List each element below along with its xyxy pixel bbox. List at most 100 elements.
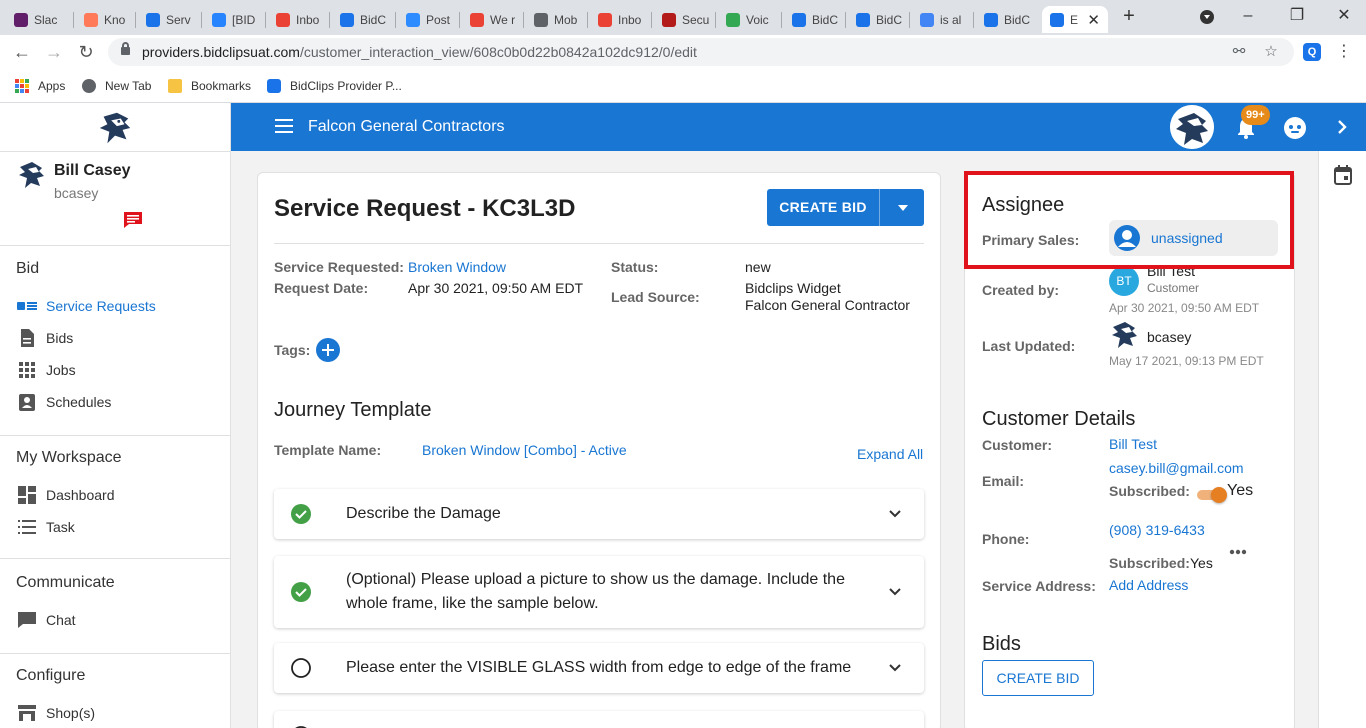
service-requested-link[interactable]: Broken Window: [408, 259, 506, 275]
key-icon[interactable]: ⚯: [1229, 42, 1249, 62]
sidebar-item-service-requests[interactable]: Service Requests: [16, 294, 156, 318]
sidebar-item-chat[interactable]: Chat: [16, 608, 76, 632]
sidebar-item-jobs[interactable]: Jobs: [16, 358, 76, 382]
browser-tab[interactable]: BidC: [848, 6, 910, 33]
divider: [0, 245, 231, 246]
create-bid-button[interactable]: CREATE BID: [982, 660, 1094, 696]
phone-link[interactable]: (908) 319-6433: [1109, 522, 1205, 538]
close-tab-icon[interactable]: ✕: [1087, 11, 1100, 29]
forward-icon[interactable]: →: [42, 40, 66, 64]
apps-icon: [15, 79, 29, 93]
assistant-bot-icon[interactable]: [1283, 116, 1307, 140]
back-icon[interactable]: ←: [10, 40, 34, 64]
minimize-icon[interactable]: –: [1238, 6, 1258, 26]
right-rail: [1318, 151, 1366, 728]
sidebar-item-dashboard[interactable]: Dashboard: [16, 483, 115, 507]
address-bar[interactable]: providers.bidclipsuat.com/customer_inter…: [108, 38, 1294, 66]
chevron-down-icon[interactable]: [887, 584, 903, 600]
browser-tab[interactable]: We r: [462, 6, 524, 33]
tab-search-icon[interactable]: [1200, 10, 1214, 24]
sidebar-item-task[interactable]: Task: [16, 515, 75, 539]
more-icon[interactable]: [1229, 549, 1247, 555]
bookmark-label: BidClips Provider P...: [290, 79, 402, 93]
chat-icon: [16, 610, 38, 630]
new-tab-button[interactable]: +: [1118, 5, 1140, 27]
bidclips-extension-icon[interactable]: Q: [1303, 43, 1321, 61]
sidebar-item-label: Chat: [46, 612, 76, 628]
create-bid-split-button[interactable]: CREATE BID: [767, 189, 924, 226]
sidebar-item-schedules[interactable]: Schedules: [16, 390, 111, 414]
chevron-down-icon[interactable]: [887, 660, 903, 676]
journey-step[interactable]: (Optional) Please upload a picture to sh…: [274, 556, 924, 628]
browser-tab[interactable]: Kno: [76, 6, 136, 33]
phone-subscribed-label: Subscribed:: [1109, 555, 1190, 571]
url-text[interactable]: providers.bidclipsuat.com/customer_inter…: [142, 44, 697, 60]
lock-icon[interactable]: [121, 42, 130, 55]
empty-circle-icon: [291, 658, 311, 678]
journey-step[interactable]: Describe the Damage: [274, 489, 924, 539]
browser-tab[interactable]: Inbo: [590, 6, 652, 33]
chevron-down-icon[interactable]: [887, 506, 903, 522]
browser-tab[interactable]: Post: [398, 6, 460, 33]
journey-step[interactable]: Please enter the VISIBLE GLASS width fro…: [274, 643, 924, 693]
template-name-link[interactable]: Broken Window [Combo] - Active: [422, 442, 627, 458]
tab-label: Slac: [34, 12, 58, 27]
browser-tab[interactable]: E ✕: [1042, 6, 1108, 33]
star-icon[interactable]: ☆: [1261, 42, 1281, 62]
create-bid-button[interactable]: CREATE BID: [767, 189, 879, 226]
bookmark-new-tab[interactable]: New Tab: [82, 76, 151, 96]
email-subscribed-toggle[interactable]: [1197, 487, 1227, 503]
browser-tab[interactable]: is al: [912, 6, 974, 33]
chevron-down-icon[interactable]: [898, 205, 908, 211]
template-name-label: Template Name:: [274, 442, 382, 458]
step-text: (Optional) Please upload a picture to sh…: [346, 571, 845, 612]
browser-menu-icon[interactable]: ⋮: [1336, 41, 1352, 63]
step-text: Please enter the VISIBLE GLASS width fro…: [346, 659, 852, 676]
browser-tab[interactable]: Serv: [138, 6, 202, 33]
browser-tab[interactable]: BidC: [976, 6, 1040, 33]
message-icon[interactable]: [123, 211, 143, 229]
tab-label: BidC: [1004, 12, 1031, 27]
menu-icon[interactable]: [275, 119, 293, 133]
tab-favicon-icon: [276, 12, 290, 27]
service-requests-icon: [16, 296, 38, 316]
created-by-label: Created by:: [982, 282, 1060, 298]
account-avatar-icon[interactable]: [1170, 105, 1214, 149]
tab-favicon-icon: [792, 12, 806, 27]
browser-tab[interactable]: BidC: [332, 6, 396, 33]
browser-tab[interactable]: BidC: [784, 6, 846, 33]
user-handle: bcasey: [54, 185, 99, 201]
email-link[interactable]: casey.bill@gmail.com: [1109, 460, 1244, 476]
browser-tab[interactable]: Slac: [6, 6, 74, 33]
browser-tab[interactable]: Mob: [526, 6, 588, 33]
customer-link[interactable]: Bill Test: [1109, 436, 1157, 452]
bids-heading: Bids: [982, 633, 1021, 655]
sidebar-item-bids[interactable]: Bids: [16, 326, 73, 350]
bookmark-folder[interactable]: Bookmarks: [168, 76, 251, 96]
browser-tab[interactable]: Voic: [718, 6, 782, 33]
divider: [0, 435, 231, 436]
tab-favicon-icon: [984, 12, 998, 27]
expand-all-link[interactable]: Expand All: [857, 446, 923, 462]
service-requested-label: Service Requested:: [274, 259, 404, 275]
browser-tab[interactable]: Inbo: [268, 6, 330, 33]
url-path: /customer_interaction_view/608c0b0d22b08…: [299, 44, 697, 60]
tab-favicon-icon: [1050, 12, 1064, 27]
bookmark-apps[interactable]: Apps: [15, 76, 65, 96]
customer-details-heading: Customer Details: [982, 408, 1136, 430]
browser-tab[interactable]: Secu: [654, 6, 716, 33]
close-window-icon[interactable]: ✕: [1334, 6, 1354, 26]
add-tag-button[interactable]: [316, 338, 340, 362]
page-title: Service Request - KC3L3D: [274, 195, 576, 222]
chevron-right-icon[interactable]: [1332, 116, 1352, 138]
maximize-icon[interactable]: ❐: [1287, 6, 1307, 26]
customer-label: Customer:: [982, 437, 1053, 453]
journey-step[interactable]: [274, 711, 924, 728]
bookmark-bidclips-provider[interactable]: BidClips Provider P...: [267, 76, 402, 96]
sidebar-item-shops[interactable]: Shop(s): [16, 701, 95, 725]
reload-icon[interactable]: ↻: [74, 40, 98, 64]
avatar[interactable]: [16, 159, 46, 189]
add-address-link[interactable]: Add Address: [1109, 577, 1188, 593]
calendar-icon[interactable]: [1334, 165, 1352, 185]
browser-tab[interactable]: [BID: [204, 6, 266, 33]
